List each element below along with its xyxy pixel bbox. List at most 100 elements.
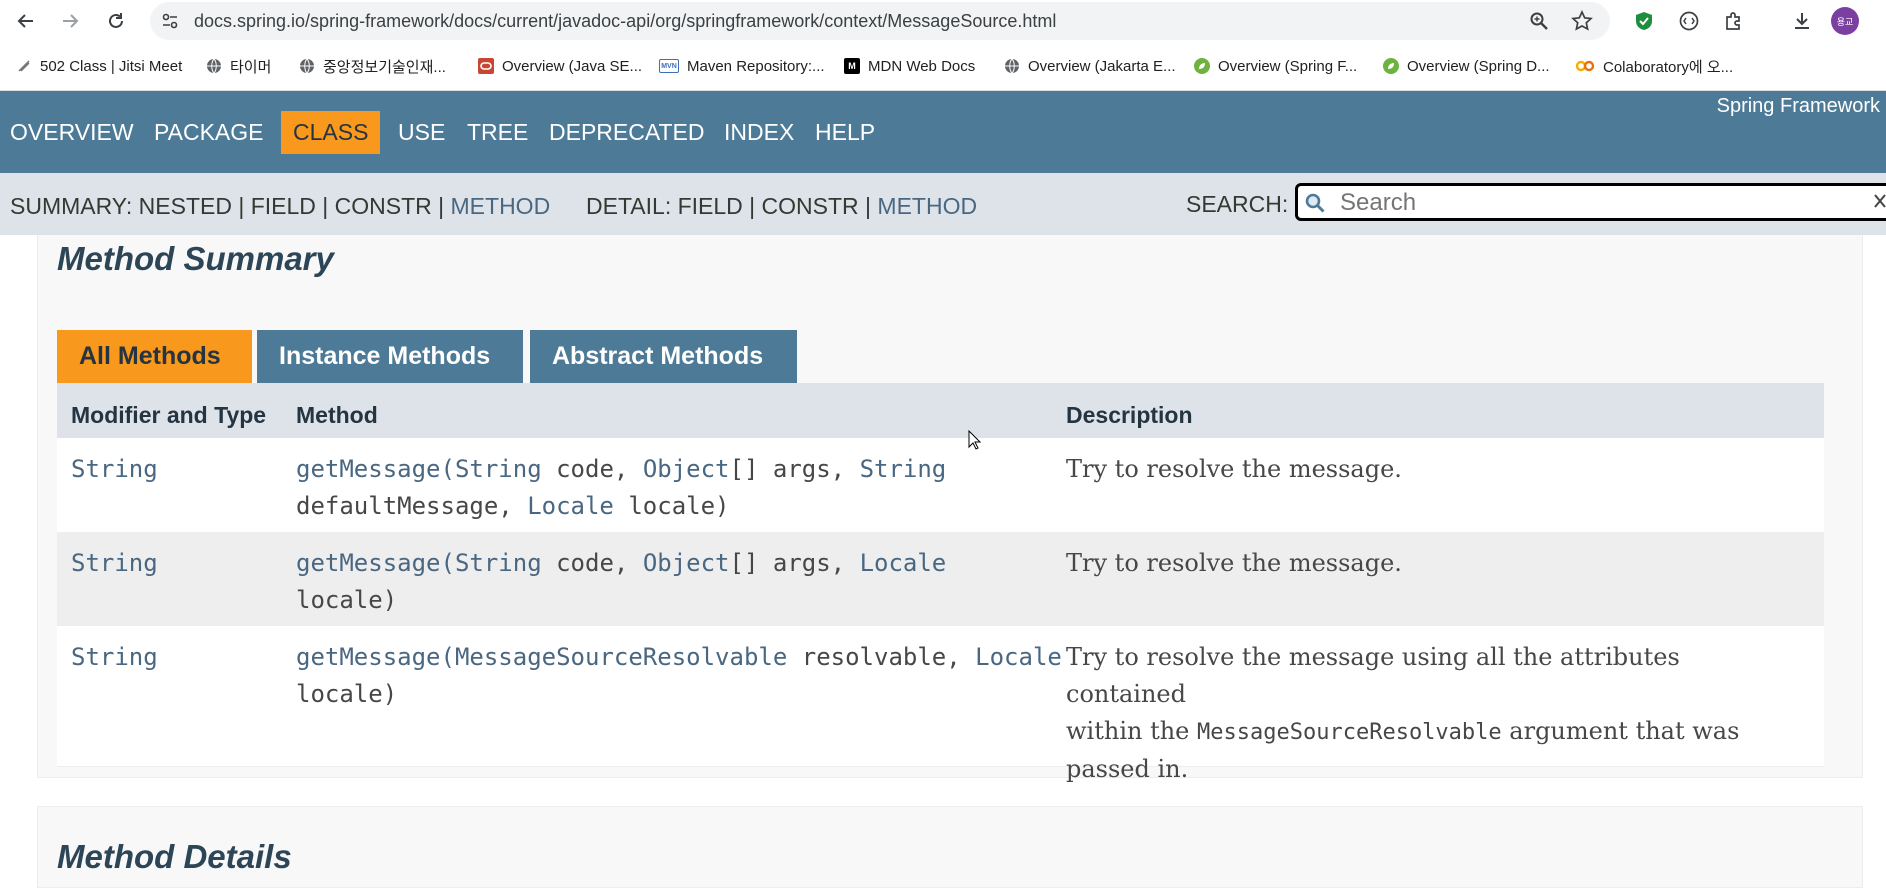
description-text: argument that was xyxy=(1501,717,1740,745)
param-name: code, xyxy=(541,549,643,577)
search-field[interactable] xyxy=(1295,183,1886,221)
bookmark-label: Overview (Spring D... xyxy=(1407,57,1550,75)
param-type-link[interactable]: String xyxy=(455,455,542,483)
method-link[interactable]: getMessage xyxy=(296,455,441,483)
method-description: Try to resolve the message. xyxy=(1066,455,1402,483)
nav-class[interactable]: CLASS xyxy=(281,111,381,154)
method-signature: getMessage(MessageSourceResolvable resol… xyxy=(296,639,1062,713)
tab-abstract-methods[interactable]: Abstract Methods xyxy=(530,330,797,383)
table-row: String getMessage(String code, Object[] … xyxy=(57,532,1824,626)
bookmark-item[interactable]: MVN Maven Repository:... xyxy=(659,56,825,76)
column-header-type: Modifier and Type xyxy=(71,402,267,428)
download-icon[interactable] xyxy=(1790,9,1814,33)
summary-prefix[interactable]: SUMMARY: NESTED | FIELD | CONSTR | xyxy=(10,193,444,219)
param-type-link[interactable]: MessageSourceResolvable xyxy=(455,643,787,671)
description-text: passed in. xyxy=(1066,755,1189,783)
bookmark-item[interactable]: M MDN Web Docs xyxy=(844,56,975,76)
table-row: String getMessage(String code, Object[] … xyxy=(57,438,1824,532)
method-summary-heading: Method Summary xyxy=(57,240,334,277)
param-type-link[interactable]: Object xyxy=(643,549,730,577)
description-code: MessageSourceResolvable xyxy=(1197,720,1502,745)
spring-icon xyxy=(1383,58,1399,74)
param-type-link[interactable]: Locale xyxy=(860,549,947,577)
param-type-link[interactable]: String xyxy=(455,549,542,577)
profile-avatar[interactable]: 용교 xyxy=(1831,7,1859,35)
param-type-link[interactable]: Locale xyxy=(975,643,1062,671)
back-icon[interactable] xyxy=(14,9,38,33)
param-name: defaultMessage, xyxy=(296,492,528,520)
param-type-link[interactable]: Locale xyxy=(527,492,614,520)
return-type-link[interactable]: String xyxy=(71,545,158,582)
search-clear-icon[interactable] xyxy=(1872,192,1886,215)
bookmark-label: Overview (Spring F... xyxy=(1218,57,1358,75)
colab-icon xyxy=(1575,58,1595,74)
search-input[interactable] xyxy=(1338,189,1882,217)
column-header-method: Method xyxy=(296,402,378,428)
reload-icon[interactable] xyxy=(104,9,128,33)
search-icon xyxy=(1304,192,1326,220)
return-type-link[interactable]: String xyxy=(71,451,158,488)
bookmark-item[interactable]: Colaboratory에 오... xyxy=(1575,56,1733,76)
nav-package[interactable]: PACKAGE xyxy=(154,119,264,146)
param-name: locale) xyxy=(613,492,730,520)
detail-method-link[interactable]: METHOD xyxy=(877,193,977,219)
method-link[interactable]: getMessage xyxy=(296,549,441,577)
zoom-icon[interactable] xyxy=(1527,9,1551,33)
detail-links: DETAIL: FIELD | CONSTR | METHOD xyxy=(586,193,977,220)
nav-overview[interactable]: OVERVIEW xyxy=(10,119,134,146)
globe-icon xyxy=(206,58,222,74)
search-label: SEARCH: xyxy=(1186,191,1289,217)
nav-index[interactable]: INDEX xyxy=(724,119,794,146)
tab-all-methods[interactable]: All Methods xyxy=(57,330,252,383)
maven-icon: MVN xyxy=(659,59,679,73)
forward-icon[interactable] xyxy=(58,9,82,33)
method-signature: getMessage(String code, Object[] args, L… xyxy=(296,545,946,619)
nav-deprecated[interactable]: DEPRECATED xyxy=(549,119,705,146)
bookmark-label: Overview (Jakarta E... xyxy=(1028,57,1176,75)
sig-paren: ( xyxy=(440,455,455,483)
param-name: locale) xyxy=(296,680,398,708)
bookmark-label: Colaboratory에 오... xyxy=(1603,58,1734,76)
shield-extension-icon[interactable] xyxy=(1632,9,1656,33)
nav-use[interactable]: USE xyxy=(398,119,445,146)
method-link[interactable]: getMessage xyxy=(296,643,441,671)
description-text: Try to resolve the message using all the… xyxy=(1066,643,1680,708)
summary-links: SUMMARY: NESTED | FIELD | CONSTR | METHO… xyxy=(10,193,550,220)
method-details-section xyxy=(37,806,1863,888)
table-row: String getMessage(MessageSourceResolvabl… xyxy=(57,626,1824,783)
bookmark-star-icon[interactable] xyxy=(1570,9,1594,33)
bookmark-item[interactable]: 중앙정보기술인재... xyxy=(299,56,446,76)
bookmark-item[interactable]: Overview (Jakarta E... xyxy=(1004,56,1176,76)
nav-help[interactable]: HELP xyxy=(815,119,875,146)
nav-tree[interactable]: TREE xyxy=(467,119,528,146)
param-type-link[interactable]: Object xyxy=(643,455,730,483)
tab-instance-methods[interactable]: Instance Methods xyxy=(257,330,523,383)
method-description: Try to resolve the message using all the… xyxy=(1066,639,1786,788)
sig-paren: ( xyxy=(440,549,455,577)
method-description: Try to resolve the message. xyxy=(1066,549,1402,577)
detail-prefix[interactable]: DETAIL: FIELD | CONSTR | xyxy=(586,193,871,219)
jitsi-icon xyxy=(16,58,32,74)
column-header-description: Description xyxy=(1066,402,1193,428)
bookmark-item[interactable]: Overview (Java SE... xyxy=(478,56,642,76)
bookmark-label: 타이머 xyxy=(230,58,272,76)
extension-icon[interactable] xyxy=(1677,9,1701,33)
bookmark-item[interactable]: Overview (Spring D... xyxy=(1383,56,1550,76)
method-details-heading: Method Details xyxy=(57,838,292,875)
param-name: locale) xyxy=(296,586,398,614)
puzzle-icon[interactable] xyxy=(1722,9,1746,33)
description-text: within the xyxy=(1066,717,1198,745)
site-info-icon[interactable] xyxy=(158,9,182,33)
param-name: [] args, xyxy=(729,455,860,483)
browser-toolbar: docs.spring.io/spring-framework/docs/cur… xyxy=(0,0,1886,42)
table-header: Modifier and Type Method Description xyxy=(57,383,1824,438)
summary-method-link[interactable]: METHOD xyxy=(451,193,551,219)
bookmark-item[interactable]: Overview (Spring F... xyxy=(1194,56,1357,76)
oracle-icon xyxy=(478,58,494,74)
return-type-link[interactable]: String xyxy=(71,639,158,676)
url-text[interactable]: docs.spring.io/spring-framework/docs/cur… xyxy=(194,11,1056,32)
top-navigation: OVERVIEW PACKAGE CLASS USE TREE DEPRECAT… xyxy=(0,91,1886,173)
bookmark-item[interactable]: 502 Class | Jitsi Meet xyxy=(16,56,182,76)
bookmark-item[interactable]: 타이머 xyxy=(206,56,271,76)
param-type-link[interactable]: String xyxy=(860,455,947,483)
